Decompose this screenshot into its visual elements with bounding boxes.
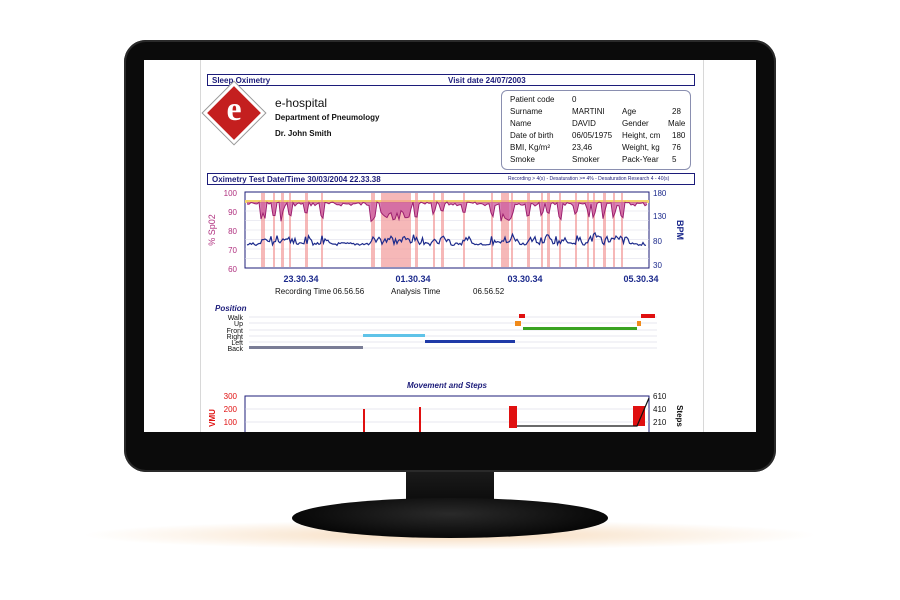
- surname-label: Surname: [510, 107, 543, 116]
- bpm-tick-30: 30: [653, 261, 662, 270]
- oximetry-test-datetime: Oximetry Test Date/Time 30/03/2004 22.33…: [212, 175, 381, 184]
- movement-spike-4: [633, 406, 645, 426]
- name-label: Name: [510, 119, 532, 128]
- bpm-tick-80: 80: [653, 237, 662, 246]
- time-tick-0130: 01.30.34: [395, 274, 430, 284]
- age-label: Age: [622, 107, 637, 116]
- vmu-tick-300: 300: [224, 392, 238, 401]
- height-label: Height, cm: [622, 131, 661, 140]
- time-tick-0530: 05.30.34: [623, 274, 658, 284]
- surname-value: MARTINI: [572, 107, 605, 116]
- weight-value: 76: [672, 143, 681, 152]
- vmu-tick-100: 100: [224, 418, 238, 427]
- bmi-label: BMI, Kg/m²: [510, 143, 551, 152]
- position-segment-walk-2: [641, 314, 655, 318]
- packyear-label: Pack-Year: [622, 155, 659, 164]
- monitor-stand-base: [292, 498, 608, 538]
- position-label-up: Up: [234, 321, 243, 328]
- hospital-logo-letter: e: [226, 91, 242, 128]
- position-segment-up-2: [637, 321, 641, 326]
- dob-label: Date of birth: [510, 131, 554, 140]
- height-value: 180: [672, 131, 686, 140]
- doctor-name: Dr. John Smith: [275, 129, 332, 138]
- bmi-value: 23,46: [572, 143, 593, 152]
- department-name: Department of Pneumology: [275, 113, 380, 122]
- monitor-screen: Sleep Oximetry Visit date 24/07/2003 e e…: [144, 60, 756, 432]
- analysis-time-label: Analysis Time: [391, 287, 441, 296]
- position-segment-up-1: [515, 321, 521, 326]
- spo2-tick-60: 60: [228, 265, 237, 274]
- movement-title: Movement and Steps: [407, 381, 488, 390]
- position-segment-walk-1: [519, 314, 525, 318]
- dob-value: 06/05/1975: [572, 131, 613, 140]
- position-segment-left: [425, 340, 515, 343]
- spo2-tick-90: 90: [228, 208, 237, 217]
- visit-date: Visit date 24/07/2003: [448, 76, 526, 85]
- spo2-axis-label: % Sp02: [207, 214, 217, 246]
- name-value: DAVID: [572, 119, 596, 128]
- report-header-bar: Sleep Oximetry Visit date 24/07/2003: [207, 74, 695, 86]
- position-lanes: [249, 316, 657, 349]
- bpm-tick-130: 130: [653, 212, 667, 221]
- steps-axis-label: Steps: [675, 405, 684, 427]
- bpm-axis-label: BPM: [675, 220, 685, 240]
- smoke-value: Smoker: [572, 155, 600, 164]
- smoke-label: Smoke: [510, 155, 535, 164]
- movement-chart: Movement and Steps 300 200 100 610 410 2…: [208, 381, 684, 432]
- bpm-tick-180: 180: [653, 189, 667, 198]
- hospital-name: e-hospital: [275, 96, 328, 110]
- recording-time-value: 06.56.56: [333, 287, 365, 296]
- weight-label: Weight, kg: [622, 143, 660, 152]
- spo2-tick-80: 80: [228, 227, 237, 236]
- patient-info-box: Patient code 0 Surname MARTINI Name DAVI…: [501, 90, 691, 170]
- position-chart: Position Walk Up Front Right Left Back: [215, 304, 657, 353]
- spo2-tick-70: 70: [228, 246, 237, 255]
- position-segment-front: [523, 327, 637, 330]
- position-segment-right: [363, 334, 425, 337]
- oximetry-chart: 100 90 80 70 60 180 130 80 30 % Sp02 BPM…: [207, 189, 685, 296]
- patient-code-label: Patient code: [510, 95, 555, 104]
- recording-time-label: Recording Time: [275, 287, 332, 296]
- position-label-back: Back: [227, 346, 243, 353]
- position-title: Position: [215, 304, 247, 313]
- age-value: 28: [672, 107, 681, 116]
- steps-tick-410: 410: [653, 405, 667, 414]
- analysis-time-value: 06.56.52: [473, 287, 505, 296]
- vmu-tick-200: 200: [224, 405, 238, 414]
- packyear-value: 5: [672, 155, 677, 164]
- spo2-tick-100: 100: [224, 189, 238, 198]
- movement-spike-3: [509, 406, 517, 428]
- patient-code-value: 0: [572, 95, 577, 104]
- gender-label: Gender: [622, 119, 649, 128]
- position-segment-back: [249, 346, 363, 349]
- oximetry-header-bar: Oximetry Test Date/Time 30/03/2004 22.33…: [207, 173, 695, 185]
- movement-spike-1: [363, 409, 365, 432]
- steps-tick-210: 210: [653, 418, 667, 427]
- sleep-oximetry-report: Sleep Oximetry Visit date 24/07/2003 e e…: [200, 60, 704, 432]
- gender-value: Male: [668, 119, 686, 128]
- steps-tick-610: 610: [653, 392, 667, 401]
- vmu-axis-label: VMU: [208, 409, 217, 427]
- time-tick-2330: 23.30.34: [283, 274, 318, 284]
- movement-spike-2: [419, 407, 421, 432]
- report-title: Sleep Oximetry: [212, 76, 271, 85]
- time-tick-0330: 03.30.34: [507, 274, 542, 284]
- oximetry-criteria: Recording > 4(s) - Desaturation >= 4% - …: [508, 176, 670, 182]
- movement-plot-frame: [244, 395, 650, 432]
